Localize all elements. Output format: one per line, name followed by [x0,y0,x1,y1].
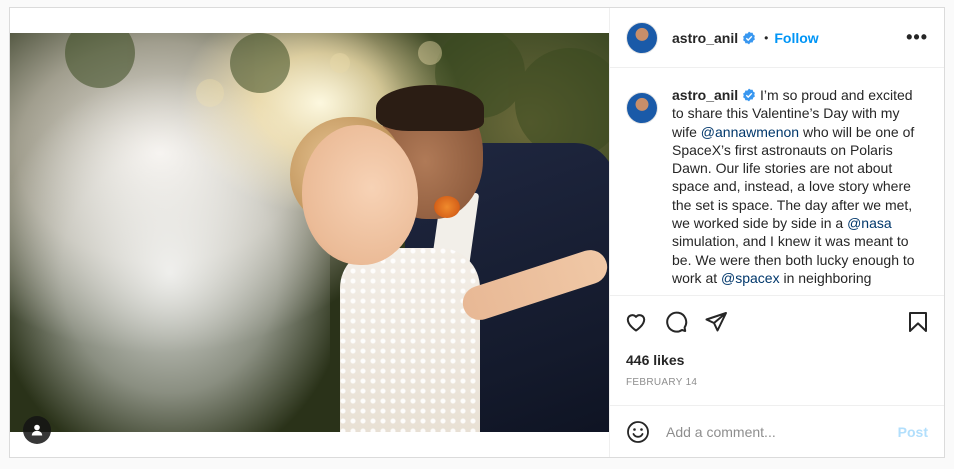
avatar[interactable] [626,21,658,54]
follow-button[interactable]: Follow [774,30,818,46]
post-photo[interactable] [10,33,609,432]
post-media[interactable] [10,8,609,457]
header-username[interactable]: astro_anil [672,30,738,46]
mention-link[interactable]: @nasa [847,215,892,231]
action-bar [624,308,930,338]
verified-badge-icon [743,88,756,102]
veil [10,73,330,432]
smiley-icon[interactable] [626,420,650,444]
bookmark-icon[interactable] [906,310,930,334]
paper-plane-icon[interactable] [704,310,728,334]
mention-link[interactable]: @annawmenon [701,124,799,140]
heart-icon[interactable] [624,310,648,334]
caption-avatar[interactable] [626,92,658,124]
user-tag-icon[interactable] [23,416,51,444]
verified-badge-icon [743,31,756,44]
post-date: FEBRUARY 14 [626,377,698,388]
post-card: astro_anil • Follow ••• astro_anil I’m s… [9,7,945,458]
wedding-dress [340,248,480,432]
caption: astro_anil I’m so proud and excited to s… [610,68,944,296]
comment-input[interactable] [666,423,891,440]
post-comment-button[interactable]: Post [898,424,928,440]
bride-head [302,125,418,265]
comment-icon[interactable] [664,310,688,334]
likes-count[interactable]: 446 likes [626,352,684,368]
post-header: astro_anil • Follow ••• [610,8,944,68]
post-sidebar: astro_anil • Follow ••• astro_anil I’m s… [609,8,944,457]
groom-hair [376,85,484,131]
separator-dot: • [764,30,769,45]
boutonniere [434,196,460,218]
comment-bar: Post [610,405,944,457]
caption-username[interactable]: astro_anil [672,87,738,103]
caption-body-4: in neighboring [779,269,872,286]
caption-text: astro_anil I’m so proud and excited to s… [672,86,928,295]
mention-link[interactable]: @spacex [721,270,780,286]
more-options-icon[interactable]: ••• [906,27,928,48]
